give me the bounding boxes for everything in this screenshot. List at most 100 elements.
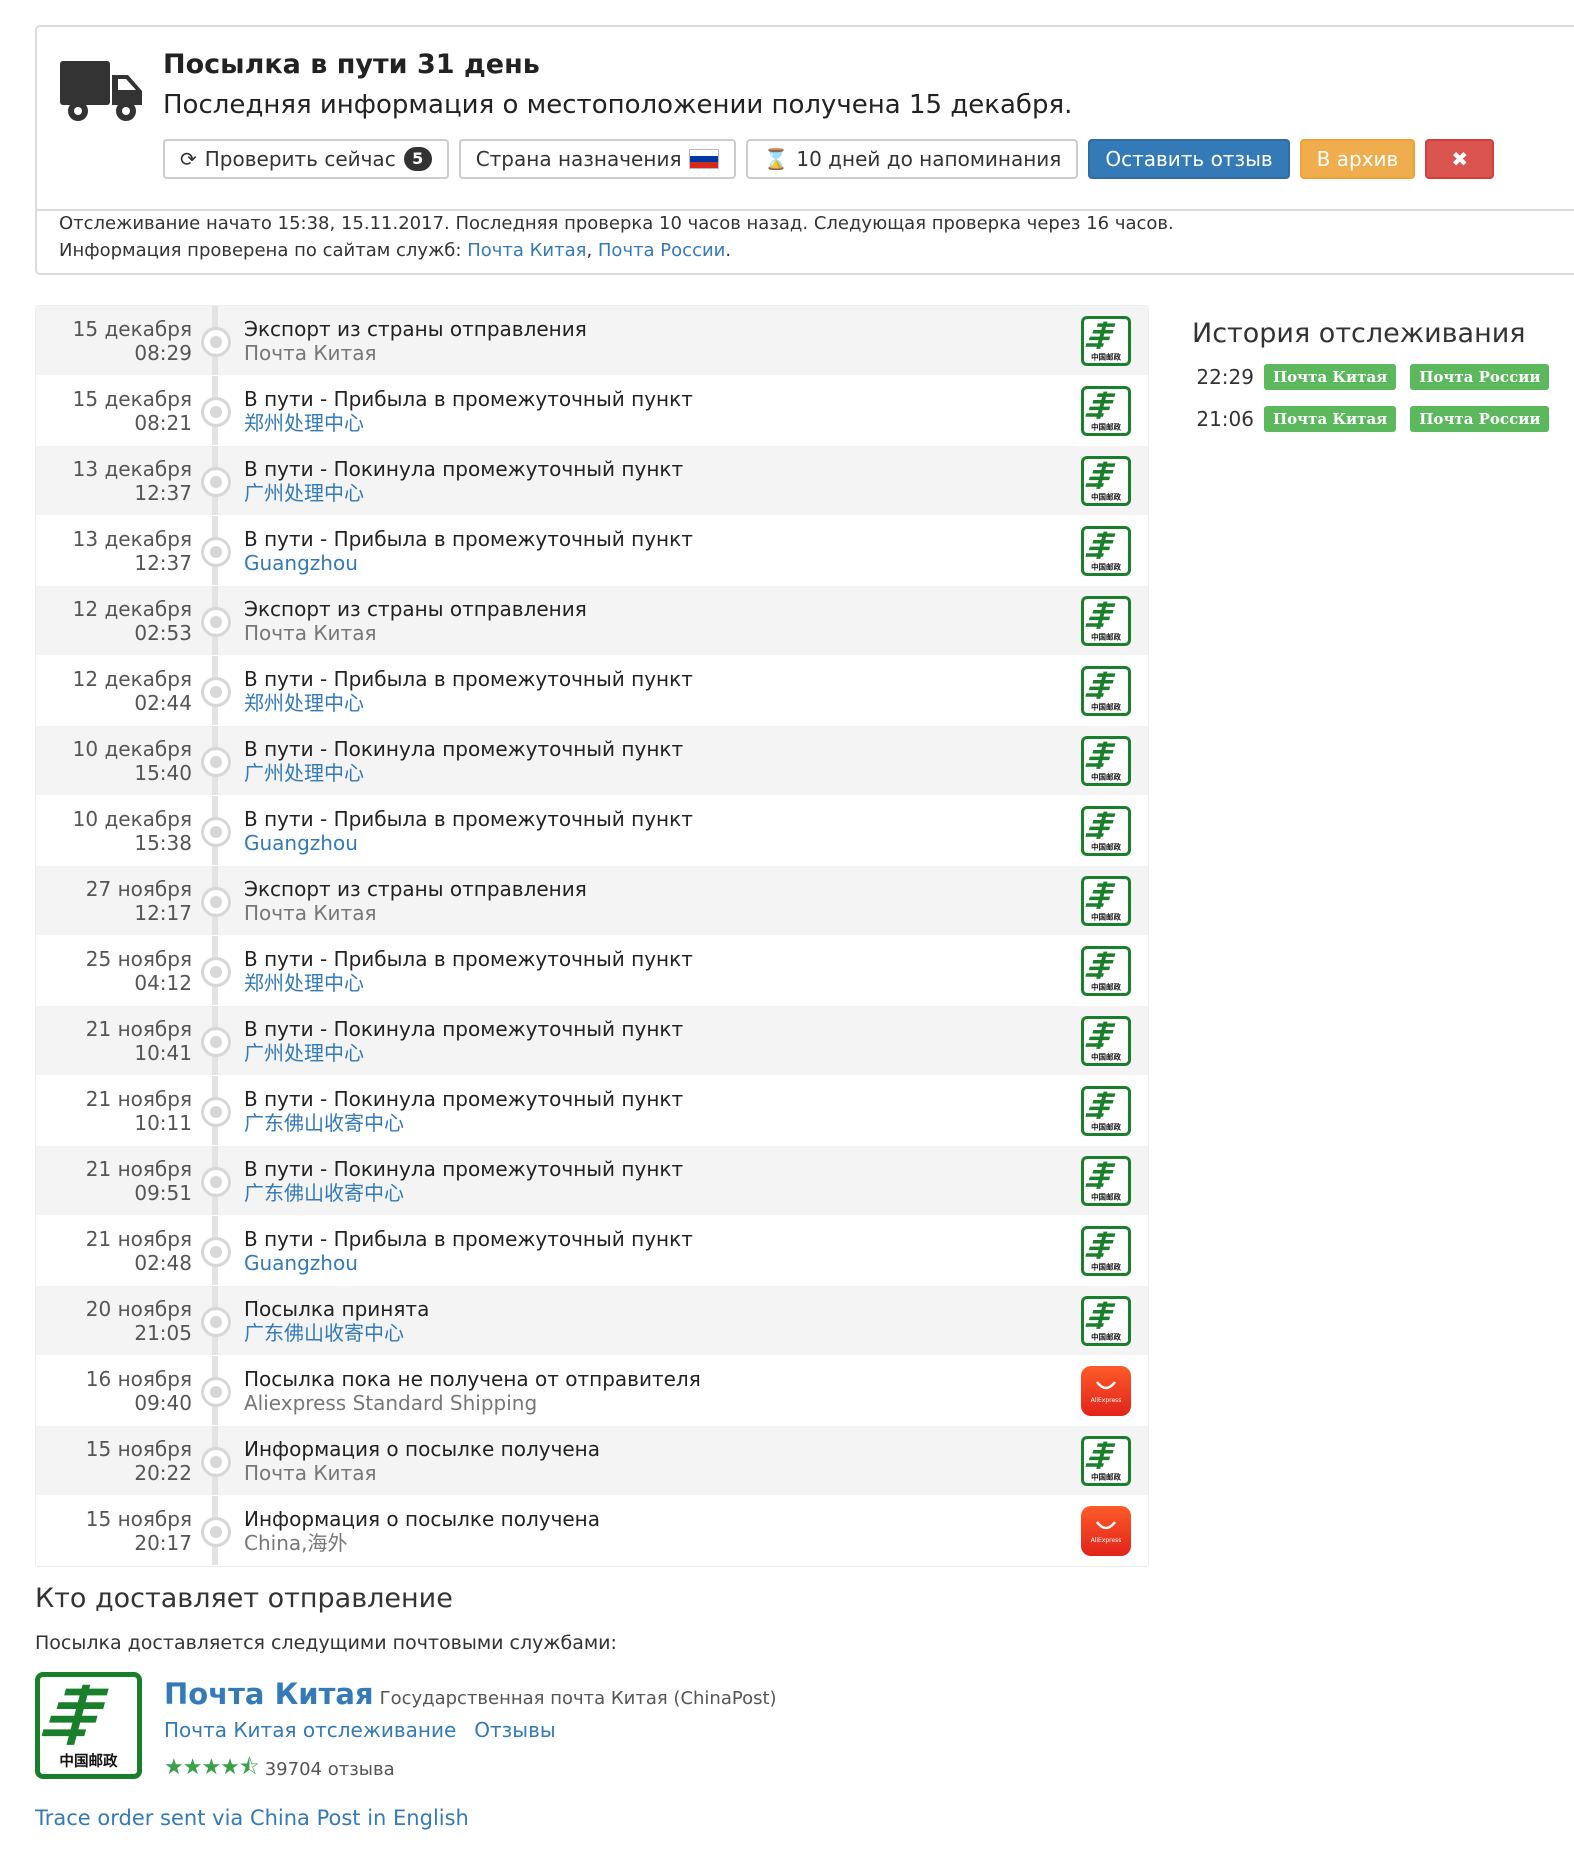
china-post-logo-text: 中国邮政 <box>1091 1331 1121 1341</box>
timeline-event: 21 ноября 10:41 В пути - Покинула промежут… <box>36 1006 1148 1076</box>
event-details: В пути - Прибыла в промежуточный пункт Gu… <box>244 1227 693 1275</box>
event-datetime: 15 ноября 20:22 <box>86 1437 192 1485</box>
event-details: В пути - Покинула промежуточный пункт 广州处… <box>244 1017 683 1065</box>
china-post-emblem-icon: 中国邮政 <box>1085 461 1121 501</box>
event-title: В пути - Прибыла в промежуточный пункт <box>244 1227 693 1251</box>
china-post-emblem-icon: 中国邮政 <box>1085 391 1121 431</box>
china-post-logo-frame: 中国邮政 <box>1081 1436 1131 1486</box>
event-time: 12:17 <box>134 901 192 925</box>
event-datetime: 15 декабря 08:29 <box>73 317 192 365</box>
event-location[interactable]: 广州处理中心 <box>244 1041 683 1065</box>
reminder-button[interactable]: ⌛ 10 дней до напоминания <box>746 139 1079 179</box>
carriers-title: Кто доставляет отправление <box>35 1583 453 1614</box>
china-post-logo-icon: 中国邮政 <box>1081 316 1131 366</box>
event-location[interactable]: 广州处理中心 <box>244 481 683 505</box>
tracking-timeline: 15 декабря 08:29 Экспорт из страны отправл… <box>35 305 1149 1567</box>
history-title: История отслеживания <box>1192 318 1526 349</box>
event-location[interactable]: 广东佛山收寄中心 <box>244 1321 429 1345</box>
tracking-history: История отслеживания 22:29 Почта Китая Поч… <box>1192 318 1563 433</box>
archive-button[interactable]: В архив <box>1299 139 1416 179</box>
event-title: Посылка пока не получена от отправителя <box>244 1367 701 1391</box>
china-post-logo-icon: 中国邮政 <box>1081 1296 1131 1346</box>
china-post-logo-icon: 中国邮政 <box>1081 1086 1131 1136</box>
event-location[interactable]: Guangzhou <box>244 831 693 855</box>
destination-label: Страна назначения <box>475 147 682 171</box>
event-title: В пути - Покинула промежуточный пункт <box>244 737 684 761</box>
event-title: Экспорт из страны отправления <box>244 597 587 621</box>
event-date: 13 декабря <box>72 457 192 481</box>
event-title: В пути - Покинула промежуточный пункт <box>244 1017 684 1041</box>
destination-country-button[interactable]: Страна назначения <box>458 139 737 179</box>
timeline-event: 15 декабря 08:21 В пути - Прибыла в промеж… <box>36 376 1148 446</box>
hourglass-icon: ⌛ <box>763 147 789 171</box>
carrier-tracking-link[interactable]: Почта Китая отслеживание <box>164 1718 456 1742</box>
sources-prefix: Информация проверена по сайтам служб: <box>59 240 468 261</box>
history-source-label[interactable]: Почта России <box>1410 364 1550 390</box>
event-title: Информация о посылке получена <box>244 1437 601 1461</box>
event-location[interactable]: 广东佛山收寄中心 <box>244 1111 683 1135</box>
event-location[interactable]: 郑州处理中心 <box>244 971 693 995</box>
event-time: 21:05 <box>134 1321 192 1345</box>
event-title: В пути - Прибыла в промежуточный пункт <box>244 527 693 551</box>
event-datetime: 10 декабря 15:38 <box>73 807 192 855</box>
carrier-name: Почта Китая Государственная почта Китая (… <box>164 1677 777 1711</box>
leave-review-button[interactable]: Оставить отзыв <box>1088 139 1290 179</box>
event-date: 12 декабря <box>72 667 192 691</box>
event-location[interactable]: 广东佛山收寄中心 <box>244 1181 683 1205</box>
china-post-logo-frame: 中国邮政 <box>1081 1086 1131 1136</box>
trace-english-link[interactable]: Trace order sent via China Post in Engli… <box>35 1806 469 1830</box>
timeline-event: 16 ноября 09:40 Посылка пока не получена о… <box>36 1356 1148 1426</box>
timeline-event: 20 ноября 21:05 Посылка принята 广东佛山收寄中心 中国邮… <box>36 1286 1148 1356</box>
check-now-button[interactable]: ⟳ Проверить сейчас 5 <box>163 139 449 179</box>
event-time: 02:44 <box>134 691 192 715</box>
event-details: В пути - Прибыла в промежуточный пункт 郑州… <box>244 947 693 995</box>
carrier-name-link[interactable]: Почта Китая <box>164 1677 374 1711</box>
timeline-dot-icon <box>201 887 231 917</box>
timeline-dot-icon <box>201 327 231 357</box>
action-buttons: ⟳ Проверить сейчас 5 Страна назначения ⌛… <box>163 139 1495 179</box>
china-post-logo-frame: 中国邮政 <box>1081 316 1131 366</box>
timeline-event: 15 декабря 08:29 Экспорт из страны отправл… <box>36 306 1148 376</box>
history-source-label[interactable]: Почта России <box>1410 406 1550 432</box>
source-link-china-post[interactable]: Почта Китая <box>467 240 586 261</box>
china-post-logo[interactable]: 中国邮政 <box>35 1672 142 1779</box>
event-location[interactable]: Guangzhou <box>244 551 693 575</box>
event-date: 10 декабря <box>72 807 192 831</box>
carrier-reviews-link[interactable]: Отзывы <box>474 1718 555 1742</box>
event-time: 20:22 <box>134 1461 192 1485</box>
timeline-event: 13 декабря 12:37 В пути - Прибыла в промеж… <box>36 516 1148 586</box>
event-title: В пути - Покинула промежуточный пункт <box>244 1087 684 1111</box>
event-datetime: 12 декабря 02:53 <box>73 597 192 645</box>
event-date: 13 декабря <box>72 527 192 551</box>
china-post-logo-icon: 中国邮政 <box>1081 526 1131 576</box>
timeline-dot-icon <box>201 817 231 847</box>
china-post-emblem-icon: 中国邮政 <box>41 1684 118 1770</box>
event-date: 21 ноября <box>85 1227 192 1251</box>
history-source-label[interactable]: Почта Китая <box>1264 364 1397 390</box>
history-source-label[interactable]: Почта Китая <box>1264 406 1397 432</box>
event-time: 09:51 <box>134 1181 192 1205</box>
event-location[interactable]: Guangzhou <box>244 1251 693 1275</box>
china-post-emblem-icon: 中国邮政 <box>1085 671 1121 711</box>
china-post-logo-text: 中国邮政 <box>1091 421 1121 431</box>
event-location[interactable]: 广州处理中心 <box>244 761 683 785</box>
event-details: В пути - Покинула промежуточный пункт 广州处… <box>244 737 683 785</box>
event-details: Посылка пока не получена от отправителя A… <box>244 1367 701 1415</box>
carriers-subtitle: Посылка доставляется следущими почтовыми… <box>35 1632 617 1654</box>
source-link-russian-post[interactable]: Почта России <box>598 240 725 261</box>
event-date: 20 ноября <box>85 1297 192 1321</box>
event-time: 15:40 <box>134 761 192 785</box>
event-location[interactable]: 郑州处理中心 <box>244 691 693 715</box>
china-post-logo-frame: 中国邮政 <box>1081 456 1131 506</box>
event-title: Посылка принята <box>244 1297 430 1321</box>
event-time: 08:29 <box>134 341 192 365</box>
china-post-logo-icon: 中国邮政 <box>1081 386 1131 436</box>
event-details: Экспорт из страны отправления Почта Китая <box>244 877 587 925</box>
event-details: Экспорт из страны отправления Почта Китая <box>244 317 587 365</box>
delete-button[interactable]: ✖ <box>1425 139 1495 179</box>
china-post-logo-frame: 中国邮政 <box>1081 1226 1131 1276</box>
rating-stars-icon: ★★★★⯪ <box>164 1755 260 1780</box>
china-post-logo-text: 中国邮政 <box>1091 631 1121 641</box>
event-location[interactable]: 郑州处理中心 <box>244 411 693 435</box>
timeline-dot-icon <box>201 1097 231 1127</box>
